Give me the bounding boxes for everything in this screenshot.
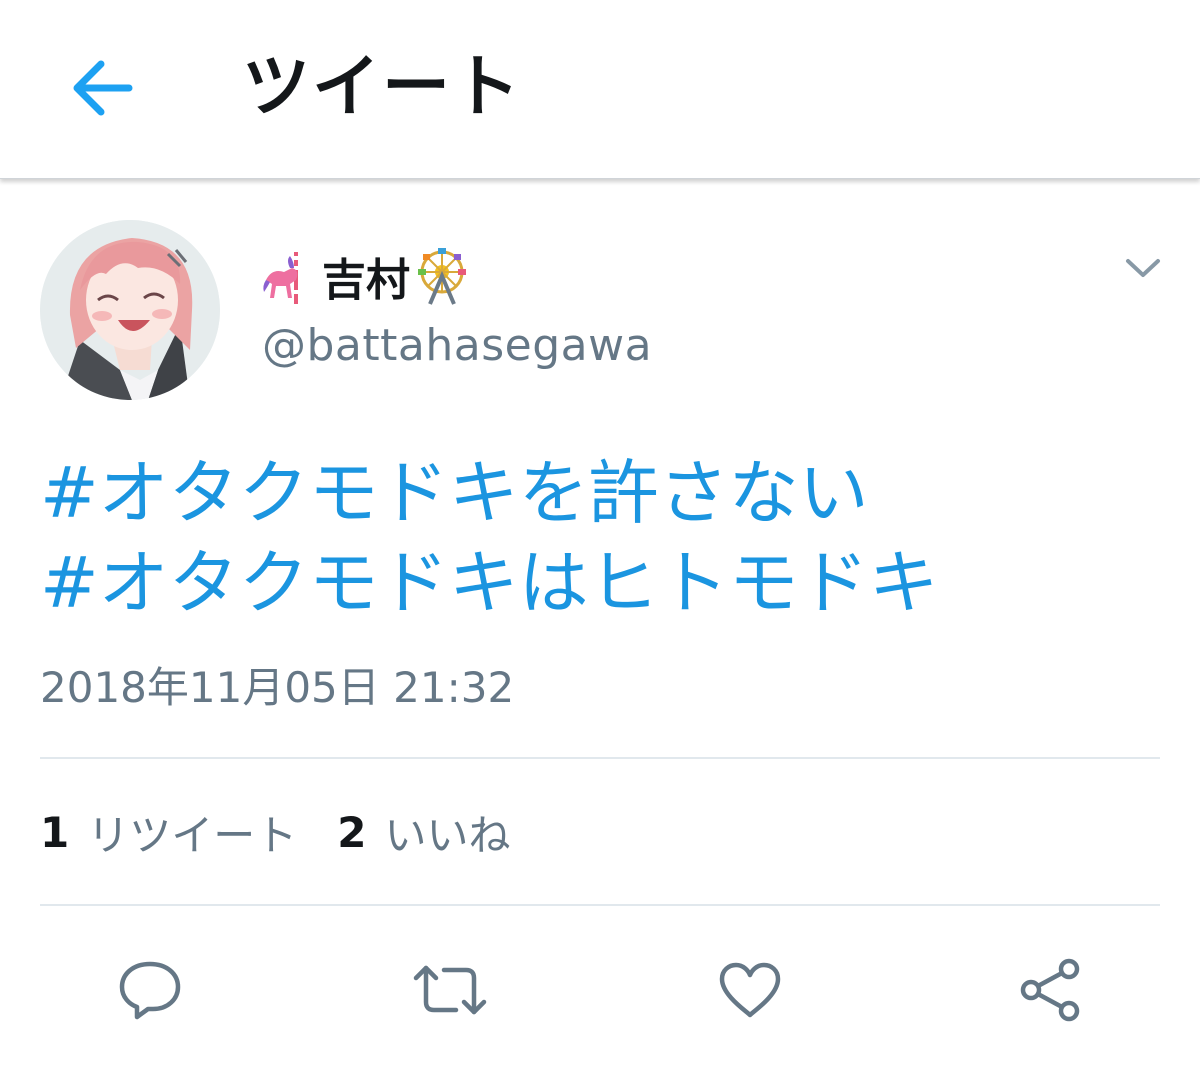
divider bbox=[40, 757, 1160, 759]
author-display-name[interactable]: 吉村 bbox=[260, 246, 472, 306]
avatar[interactable] bbox=[40, 220, 220, 400]
share-icon bbox=[1020, 958, 1080, 1022]
reply-button[interactable] bbox=[110, 950, 190, 1030]
more-options-button[interactable] bbox=[1120, 250, 1166, 286]
avatar-image bbox=[40, 220, 220, 400]
tweet-text: #オタクモドキを許さない #オタクモドキはヒトモドキ bbox=[40, 448, 1160, 628]
reply-icon bbox=[119, 961, 181, 1020]
author-name: 吉村 bbox=[322, 255, 410, 306]
like-count-link[interactable]: 2 いいね bbox=[337, 802, 510, 863]
carousel-horse-emoji bbox=[263, 252, 298, 304]
retweet-button[interactable] bbox=[410, 950, 490, 1030]
tweet-stats: 1 リツイート 2 いいね bbox=[40, 802, 551, 862]
tweet-timestamp: 2018年11月05日 21:32 bbox=[40, 663, 515, 712]
arrow-left-icon bbox=[73, 60, 133, 116]
hashtag-link[interactable]: #オタクモドキを許さない bbox=[40, 448, 1160, 538]
top-app-bar: ツイート bbox=[0, 0, 1200, 179]
heart-icon bbox=[719, 962, 781, 1018]
retweet-label: リツイート bbox=[87, 810, 298, 860]
hashtag-link[interactable]: #オタクモドキはヒトモドキ bbox=[40, 538, 1160, 628]
author-handle[interactable]: @battahasegawa bbox=[262, 318, 652, 374]
ferris-wheel-emoji bbox=[418, 248, 466, 305]
retweet-count-link[interactable]: 1 リツイート bbox=[40, 802, 297, 863]
like-count: 2 bbox=[337, 807, 367, 857]
back-button[interactable] bbox=[62, 56, 138, 120]
retweet-icon bbox=[413, 965, 487, 1015]
page-title: ツイート bbox=[242, 48, 523, 127]
share-button[interactable] bbox=[1010, 950, 1090, 1030]
like-button[interactable] bbox=[710, 950, 790, 1030]
chevron-down-icon bbox=[1126, 259, 1160, 277]
like-label: いいね bbox=[384, 810, 511, 860]
retweet-count: 1 bbox=[40, 807, 70, 857]
divider bbox=[40, 904, 1160, 906]
